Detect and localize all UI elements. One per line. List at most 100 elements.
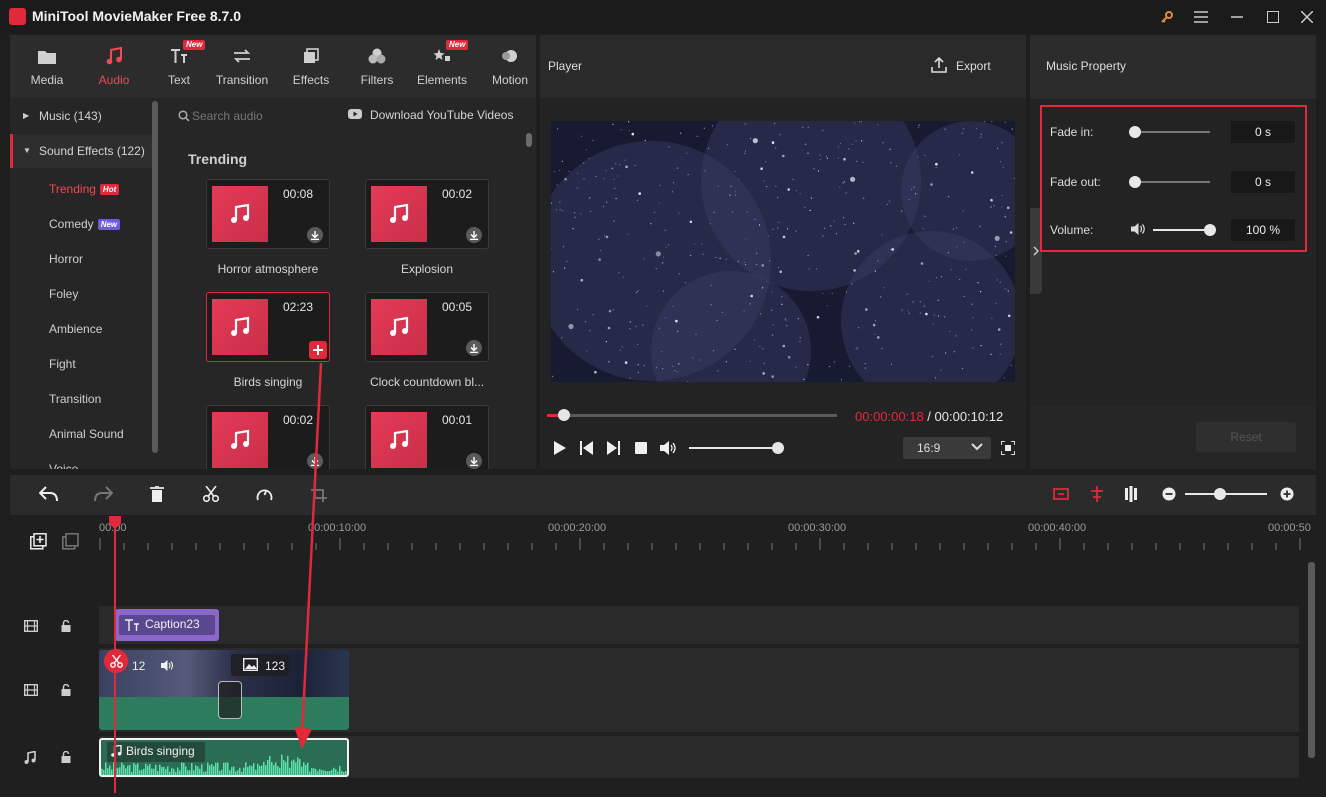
download-icon[interactable] — [466, 340, 482, 356]
music-track-icon — [24, 751, 36, 764]
duration: 02:23 — [283, 300, 314, 314]
fade-in-slider[interactable] — [1134, 131, 1210, 133]
key-icon[interactable] — [1156, 6, 1178, 28]
fade-in-input[interactable]: 0 s — [1231, 121, 1295, 143]
audio-card[interactable]: 00:01 — [365, 405, 489, 469]
volume-input[interactable]: 100 % — [1231, 219, 1295, 241]
progress-track[interactable] — [547, 409, 837, 421]
subcategory-foley[interactable]: Foley — [49, 277, 78, 311]
undo-icon[interactable] — [39, 486, 58, 502]
music-thumbnail-icon — [371, 186, 427, 242]
zoom-in-icon[interactable] — [1280, 487, 1294, 501]
reset-button[interactable]: Reset — [1196, 422, 1296, 452]
subcategory-transition[interactable]: Transition — [49, 382, 101, 416]
search-input[interactable] — [192, 107, 332, 125]
tab-elements[interactable]: New Elements — [410, 40, 474, 93]
volume-slider[interactable] — [689, 442, 785, 454]
volume-icon[interactable] — [660, 441, 678, 455]
maximize-button[interactable] — [1262, 6, 1284, 28]
audio-card[interactable]: 00:02 — [365, 179, 489, 249]
next-frame-icon[interactable] — [607, 441, 620, 455]
audio-card[interactable]: 00:05 — [365, 292, 489, 362]
fit-timeline-icon[interactable] — [1053, 486, 1069, 502]
total-time: / 00:00:10:12 — [923, 409, 1004, 424]
library-scrollbar[interactable] — [526, 133, 532, 147]
lock-icon[interactable] — [61, 684, 71, 696]
music-thumbnail-icon — [371, 412, 427, 468]
app-title: MiniTool MovieMaker Free 8.7.0 — [32, 8, 242, 24]
tab-text[interactable]: New Text — [147, 40, 211, 93]
fade-out-knob[interactable] — [1129, 176, 1141, 188]
fade-out-slider[interactable] — [1134, 181, 1210, 183]
tab-media[interactable]: Media — [15, 43, 79, 93]
tab-effects[interactable]: Effects — [279, 43, 343, 93]
subcategory-fight[interactable]: Fight — [49, 347, 76, 381]
fade-out-input[interactable]: 0 s — [1231, 171, 1295, 193]
duration: 00:02 — [442, 187, 473, 201]
music-note-icon — [111, 745, 122, 757]
filters-icon — [366, 45, 388, 67]
image-icon — [243, 658, 258, 671]
film-icon — [24, 684, 38, 696]
speed-icon[interactable] — [256, 486, 273, 502]
play-icon[interactable] — [553, 441, 566, 455]
audio-mixer-icon[interactable] — [1123, 486, 1139, 502]
snap-icon[interactable] — [1089, 486, 1105, 502]
tab-audio[interactable]: Audio — [82, 43, 146, 93]
subcategory-horror[interactable]: Horror — [49, 242, 83, 276]
category-sound-effects[interactable]: ▼ Sound Effects (122) — [10, 134, 155, 168]
tab-label: Filters — [360, 73, 394, 87]
remove-track-icon[interactable] — [62, 533, 79, 550]
delete-icon[interactable] — [150, 486, 164, 502]
category-scrollbar[interactable] — [152, 101, 158, 453]
zoom-slider[interactable] — [1185, 493, 1267, 495]
redo-icon[interactable] — [94, 486, 113, 502]
lock-icon[interactable] — [61, 751, 71, 763]
section-title: Trending — [188, 151, 248, 167]
volume-property-knob[interactable] — [1204, 224, 1216, 236]
download-icon[interactable] — [466, 227, 482, 243]
export-icon — [931, 57, 947, 73]
app-logo-icon — [9, 8, 26, 25]
export-button[interactable]: Export — [956, 59, 991, 73]
add-track-icon[interactable] — [30, 533, 47, 550]
tab-motion[interactable]: Motion — [478, 43, 542, 93]
audio-card[interactable]: 00:08 — [206, 179, 330, 249]
player-title: Player — [548, 59, 583, 73]
tab-transition[interactable]: Transition — [210, 43, 274, 93]
download-youtube-link[interactable]: Download YouTube Videos — [370, 108, 513, 122]
zoom-knob[interactable] — [1214, 488, 1226, 500]
split-scissors-icon[interactable] — [203, 486, 219, 502]
audio-card-selected[interactable]: 02:23 — [206, 292, 330, 362]
timeline-ruler[interactable] — [99, 538, 1309, 552]
subcategory-comedy[interactable]: Comedy New — [49, 207, 121, 241]
download-icon[interactable] — [307, 227, 323, 243]
transition-marker[interactable] — [218, 681, 242, 719]
tick-label: 00:00:40:00 — [1028, 522, 1087, 534]
split-scissors-icon[interactable] — [104, 649, 128, 673]
fullscreen-icon[interactable] — [1001, 441, 1015, 455]
subcategory-ambience[interactable]: Ambience — [49, 312, 102, 346]
timeline-scrollbar[interactable] — [1308, 562, 1315, 758]
previous-frame-icon[interactable] — [580, 441, 593, 455]
effects-icon — [300, 45, 322, 67]
tab-filters[interactable]: Filters — [345, 43, 409, 93]
new-badge: New — [97, 219, 121, 231]
folder-icon — [36, 45, 58, 67]
tab-label: Audio — [98, 73, 130, 87]
fade-in-knob[interactable] — [1129, 126, 1141, 138]
subcategory-trending[interactable]: Trending Hot — [49, 172, 120, 206]
stop-icon[interactable] — [635, 442, 647, 454]
download-icon[interactable] — [466, 453, 482, 469]
zoom-out-icon[interactable] — [1162, 487, 1176, 501]
subcategory-animal-sound[interactable]: Animal Sound — [49, 417, 124, 451]
close-button[interactable] — [1296, 6, 1318, 28]
lock-icon[interactable] — [61, 620, 71, 632]
menu-icon[interactable] — [1190, 6, 1212, 28]
volume-property-slider[interactable] — [1153, 229, 1211, 231]
minimize-button[interactable] — [1226, 6, 1248, 28]
caption-clip[interactable]: Caption23 — [115, 609, 219, 641]
aspect-ratio-select[interactable]: 16:9 — [903, 437, 991, 459]
category-music[interactable]: ▶ Music (143) — [10, 99, 155, 133]
subcategory-voice[interactable]: Voice — [49, 452, 78, 469]
